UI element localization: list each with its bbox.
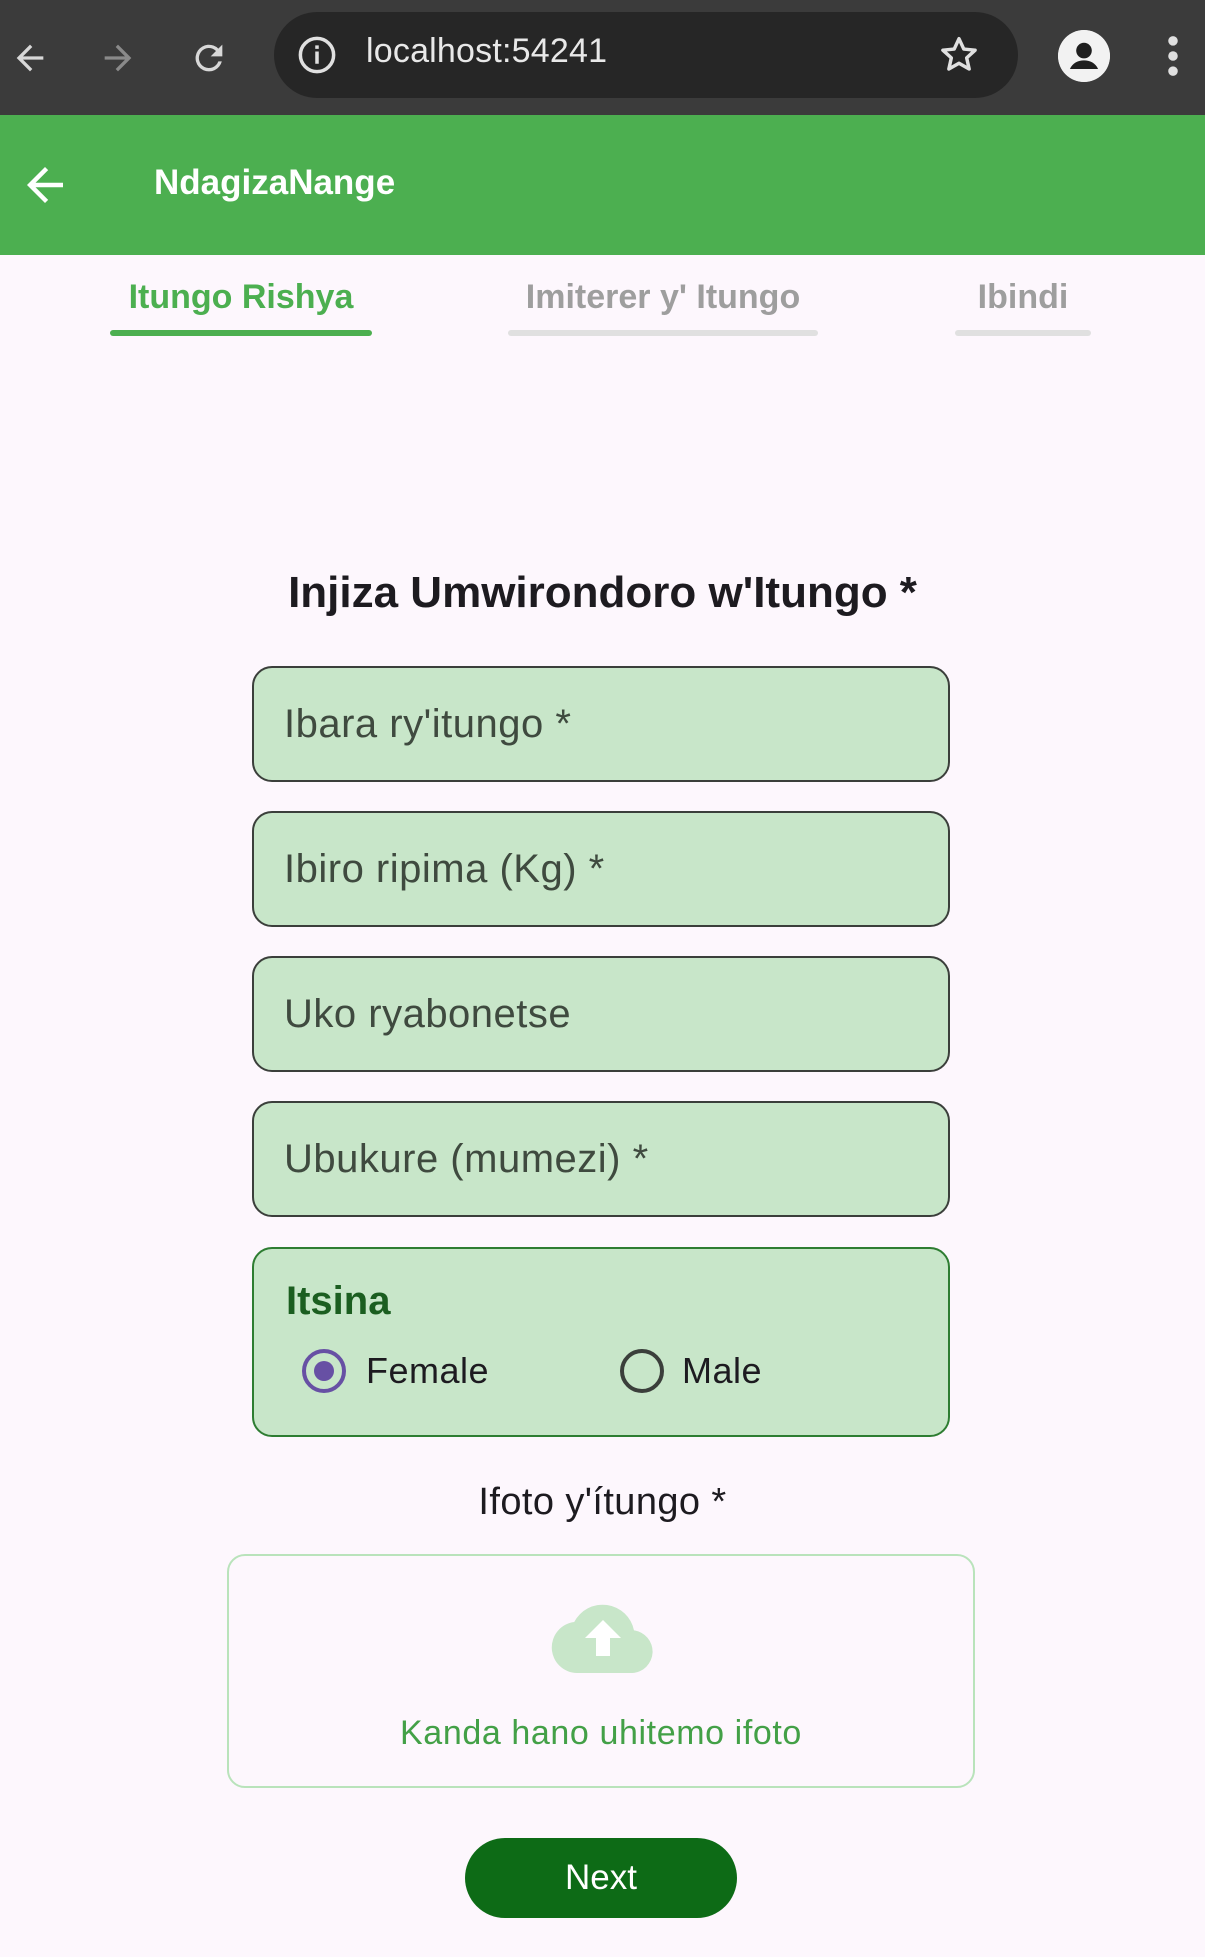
weight-field[interactable]: Ibiro ripima (Kg) * bbox=[252, 811, 950, 927]
forward-icon[interactable] bbox=[85, 25, 151, 91]
male-radio[interactable] bbox=[620, 1349, 664, 1393]
more-vert-icon[interactable] bbox=[1158, 30, 1188, 82]
address-bar[interactable]: localhost:54241 bbox=[274, 12, 1018, 98]
reload-icon[interactable] bbox=[176, 25, 242, 91]
age-field[interactable]: Ubukure (mumezi) * bbox=[252, 1101, 950, 1217]
app-bar: NdagizaNange bbox=[0, 115, 1205, 255]
tab-indicator-active bbox=[110, 330, 372, 336]
age-field-placeholder: Ubukure (mumezi) * bbox=[284, 1137, 649, 1181]
profile-icon[interactable] bbox=[1058, 30, 1110, 82]
gender-group: Itsina Female Male bbox=[252, 1247, 950, 1437]
tab-indicator bbox=[508, 330, 818, 336]
weight-field-placeholder: Ibiro ripima (Kg) * bbox=[284, 847, 605, 891]
cloud-upload-icon bbox=[551, 1598, 655, 1678]
tab-imiterer-itungo[interactable]: Imiterer y' Itungo bbox=[508, 278, 818, 317]
male-label[interactable]: Male bbox=[682, 1350, 762, 1392]
photo-upload-area[interactable]: Kanda hano uhitemo ifoto bbox=[227, 1554, 975, 1788]
female-label[interactable]: Female bbox=[366, 1350, 489, 1392]
color-field[interactable]: Ibara ry'itungo * bbox=[252, 666, 950, 782]
form-title: Injiza Umwirondoro w'Itungo * bbox=[288, 568, 917, 617]
radio-selected-dot bbox=[314, 1361, 334, 1381]
back-icon[interactable] bbox=[0, 25, 63, 91]
star-icon[interactable] bbox=[936, 32, 982, 78]
upload-hint[interactable]: Kanda hano uhitemo ifoto bbox=[229, 1714, 973, 1753]
url-text[interactable]: localhost:54241 bbox=[366, 32, 607, 71]
browser-toolbar: localhost:54241 bbox=[0, 0, 1205, 115]
photo-label: Ifoto y'ítungo * bbox=[478, 1481, 727, 1523]
info-icon[interactable] bbox=[296, 34, 338, 76]
tab-itungo-rishya[interactable]: Itungo Rishya bbox=[110, 278, 372, 317]
color-field-placeholder: Ibara ry'itungo * bbox=[284, 702, 572, 746]
female-radio[interactable] bbox=[302, 1349, 346, 1393]
app-title: NdagizaNange bbox=[154, 163, 396, 202]
next-button[interactable]: Next bbox=[465, 1838, 737, 1918]
origin-field[interactable]: Uko ryabonetse bbox=[252, 956, 950, 1072]
tab-indicator bbox=[955, 330, 1091, 336]
arrow-back-icon[interactable] bbox=[18, 158, 72, 212]
gender-title: Itsina bbox=[286, 1279, 391, 1323]
tab-ibindi[interactable]: Ibindi bbox=[955, 278, 1091, 317]
origin-field-placeholder: Uko ryabonetse bbox=[284, 992, 572, 1036]
